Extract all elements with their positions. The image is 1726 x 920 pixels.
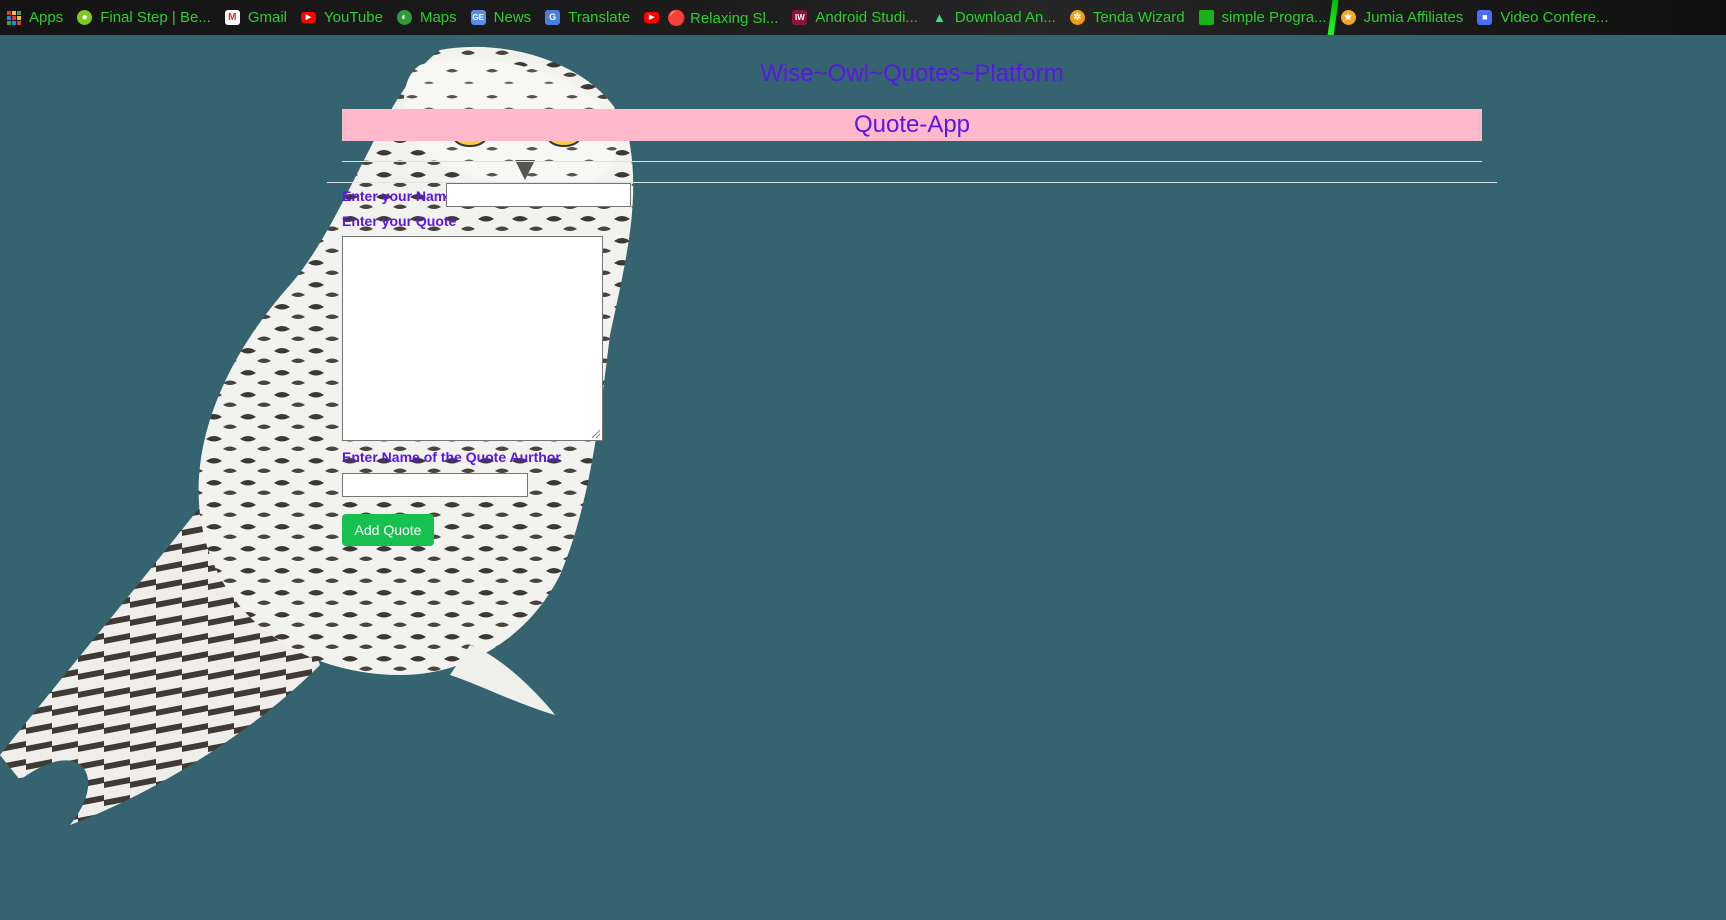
google-news-icon: GE (470, 10, 486, 25)
video-camera-icon: ■ (1477, 10, 1493, 25)
android-icon: ▲ (932, 10, 946, 25)
tenda-gear-icon: ✲ (1069, 10, 1085, 25)
bookmark-download-android[interactable]: ▲ Download An... (925, 0, 1063, 35)
apps-grid-icon (7, 10, 21, 25)
quote-textarea[interactable] (342, 236, 603, 441)
bookmark-maps[interactable]: ◐ Maps (390, 0, 464, 35)
bookmarks-bar: Apps ● Final Step | Be... M Gmail ▶ YouT… (0, 0, 1726, 35)
bookmark-android-studio[interactable]: IW Android Studi... (785, 0, 925, 35)
bookmark-video-conference[interactable]: ■ Video Confere... (1470, 0, 1615, 35)
bookmark-simple-programs[interactable]: simple Progra... (1192, 0, 1334, 35)
person-green-icon: ● (77, 10, 93, 25)
site-title: Wise~Owl~Quotes~Platform (760, 60, 1064, 87)
author-input[interactable] (342, 473, 528, 497)
bookmark-gmail[interactable]: M Gmail (218, 0, 294, 35)
bookmark-label: News (493, 9, 532, 26)
bookmark-label: Maps (419, 9, 457, 26)
bookmark-relaxing[interactable]: ▶ 🔴 Relaxing Sl... (637, 0, 785, 35)
bookmark-label: Android Studi... (815, 9, 918, 26)
bookmark-label: Apps (29, 9, 64, 26)
iw-icon: IW (792, 10, 808, 25)
maps-globe-icon: ◐ (396, 10, 412, 25)
bookmark-final-step[interactable]: ● Final Step | Be... (70, 0, 218, 35)
quote-label: Enter your Quote (342, 213, 457, 229)
bookmark-label: Download An... (954, 9, 1056, 26)
gmail-icon: M (224, 10, 240, 25)
bookmark-label: Final Step | Be... (100, 9, 211, 26)
add-quote-button[interactable]: Add Quote (342, 514, 434, 546)
bookmark-news[interactable]: GE News (464, 0, 539, 35)
jumia-star-icon: ★ (1340, 10, 1356, 25)
bookmark-apps[interactable]: Apps (0, 0, 70, 35)
name-input[interactable] (446, 183, 631, 207)
bookmark-translate[interactable]: G Translate (538, 0, 637, 35)
author-label: Enter Name of the Quote Aurthor (342, 449, 561, 465)
bookmark-label: Tenda Wizard (1092, 9, 1185, 26)
bookmark-label: Video Confere... (1500, 9, 1609, 26)
folder-icon (1198, 10, 1214, 25)
google-translate-icon: G (545, 10, 561, 25)
divider (342, 161, 1482, 162)
bookmark-youtube[interactable]: ▶ YouTube (294, 0, 390, 35)
bookmark-label: YouTube (324, 9, 383, 26)
app-title-bar: Quote-App (342, 109, 1482, 141)
bookmark-label: simple Progra... (1221, 9, 1327, 26)
bookmark-jumia-affiliates[interactable]: ★ Jumia Affiliates (1334, 0, 1471, 35)
resize-grip-icon[interactable] (592, 430, 600, 438)
bookmark-label: Gmail (247, 9, 287, 26)
bookmark-tenda-wizard[interactable]: ✲ Tenda Wizard (1063, 0, 1192, 35)
bookmark-label: Translate (568, 9, 631, 26)
bookmark-label: Jumia Affiliates (1363, 9, 1464, 26)
youtube-icon: ▶ (644, 12, 660, 23)
youtube-icon: ▶ (301, 12, 316, 23)
name-label: Enter your Name (342, 188, 455, 204)
bookmark-label: 🔴 Relaxing Sl... (667, 9, 779, 27)
